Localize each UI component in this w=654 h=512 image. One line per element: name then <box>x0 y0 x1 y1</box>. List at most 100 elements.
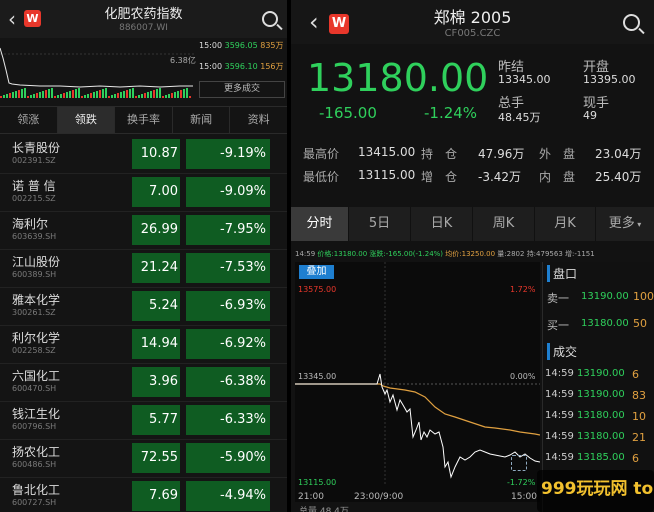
more-trades-button[interactable]: 更多成交 <box>199 81 285 98</box>
trade-price: 13185.00 <box>577 452 625 463</box>
overlay-button[interactable]: 叠加 <box>299 265 334 279</box>
stock-code: 300261.SZ <box>12 308 56 317</box>
order-qty: 50 <box>633 317 647 330</box>
mini-volume-bar <box>12 92 14 98</box>
crosshair-icon[interactable] <box>511 455 527 471</box>
mini-volume-bar <box>186 88 188 98</box>
info-avg: 均价:13250.00 <box>445 250 496 258</box>
price-change-pct: -1.24% <box>424 104 478 122</box>
mini-volume-bar <box>63 93 65 98</box>
mini-trade-row: 15:00 3596.10 156万 <box>199 61 284 72</box>
mini-volume-bar <box>102 89 104 98</box>
mini-volume-bar <box>66 92 68 98</box>
mini-volume-bar <box>177 91 179 98</box>
inner-volume-label: 内 盘 <box>539 170 576 184</box>
stock-price: 21.24 <box>132 253 180 283</box>
tab-intraday[interactable]: 分时 <box>291 207 349 241</box>
tab-profile[interactable]: 资料 <box>230 107 287 133</box>
tab-news[interactable]: 新闻 <box>173 107 231 133</box>
stock-change-pct: -9.19% <box>186 139 270 169</box>
stock-change-pct: -6.33% <box>186 405 270 435</box>
mini-trade-time: 15:00 <box>199 41 223 50</box>
stock-row[interactable]: 鲁北化工 600727.SH 7.69 -4.94% <box>0 477 287 512</box>
stock-row[interactable]: 扬农化工 600486.SH 72.55 -5.90% <box>0 439 287 478</box>
info-time: 14:59 <box>295 250 316 258</box>
tab-weekly-k[interactable]: 周K <box>473 207 535 241</box>
trade-price: 13190.00 <box>577 389 625 400</box>
trade-qty: 6 <box>632 452 639 465</box>
trade-price: 13190.00 <box>577 368 625 379</box>
stock-row[interactable]: 长青股份 002391.SZ 10.87 -9.19% <box>0 135 287 174</box>
mini-volume-bar <box>153 90 155 98</box>
stock-row[interactable]: 江山股份 600389.SH 21.24 -7.53% <box>0 249 287 288</box>
mini-volume-bar <box>42 91 44 98</box>
footer-total-volume: 总量 48.4万 <box>299 507 349 512</box>
mini-volume-bar <box>96 91 98 98</box>
index-title: 化肥农药指数 <box>104 7 183 22</box>
info-oi: 持:479563 <box>526 250 563 258</box>
tab-top-gainers[interactable]: 领涨 <box>0 107 58 133</box>
order-price: 13190.00 <box>581 291 629 302</box>
mini-volume-bar <box>123 91 125 98</box>
contract-title: 郑棉 2005 <box>433 8 512 27</box>
search-icon[interactable] <box>262 11 278 27</box>
info-price: 价格:13180.00 <box>317 250 368 258</box>
stock-change-pct: -5.90% <box>186 443 270 473</box>
order-side-label: 卖一 <box>547 292 569 305</box>
stock-code: 600389.SH <box>12 270 57 279</box>
stock-row[interactable]: 雅本化学 300261.SZ 5.24 -6.93% <box>0 287 287 326</box>
mini-volume-bar <box>9 93 11 98</box>
stock-name: 雅本化学 <box>12 293 61 307</box>
stock-change-pct: -6.93% <box>186 291 270 321</box>
oi-change-value: -3.42万 <box>478 170 522 184</box>
order-book-title: 盘口 <box>547 265 577 282</box>
tab-5day[interactable]: 5日 <box>349 207 411 241</box>
stock-row[interactable]: 六国化工 600470.SH 3.96 -6.38% <box>0 363 287 402</box>
trade-price: 13180.00 <box>577 431 625 442</box>
tab-turnover[interactable]: 换手率 <box>115 107 173 133</box>
high-value: 13415.00 <box>358 145 416 159</box>
time-axis-start: 21:00 <box>298 492 324 502</box>
stock-name: 钱江生化 <box>12 407 61 421</box>
tab-monthly-k[interactable]: 月K <box>535 207 596 241</box>
tab-more[interactable]: 更多 ▾ <box>596 207 654 241</box>
mini-volume-bar <box>138 95 140 98</box>
stock-code: 600486.SH <box>12 460 57 469</box>
stock-price: 5.24 <box>132 291 180 321</box>
stock-change-pct: -9.09% <box>186 177 270 207</box>
stock-row[interactable]: 利尔化学 002258.SZ 14.94 -6.92% <box>0 325 287 364</box>
mini-volume-bar <box>69 91 71 98</box>
mini-volume-bar <box>150 91 152 98</box>
stock-code: 600470.SH <box>12 384 57 393</box>
stock-name: 利尔化学 <box>12 331 61 345</box>
info-oi-change: 增:-1151 <box>565 250 595 258</box>
tab-daily-k[interactable]: 日K <box>411 207 473 241</box>
low-value: 13115.00 <box>358 168 416 182</box>
mini-volume-bar <box>111 95 113 98</box>
stock-row[interactable]: 海利尔 603639.SH 26.99 -7.95% <box>0 211 287 250</box>
mini-volume-bar <box>0 96 2 98</box>
trade-time: 14:59 <box>545 368 574 379</box>
trade-time: 14:59 <box>545 452 574 463</box>
mini-volume-bar <box>27 96 29 98</box>
search-icon[interactable] <box>623 14 640 31</box>
stock-code: 002391.SZ <box>12 156 56 165</box>
tab-top-losers[interactable]: 领跌 <box>57 107 116 133</box>
info-volume: 量:2802 <box>497 250 525 258</box>
low-label: 最低价 <box>303 170 340 184</box>
stock-row[interactable]: 钱江生化 600796.SH 5.77 -6.33% <box>0 401 287 440</box>
mini-volume-bar <box>189 96 191 98</box>
mini-volume-bar <box>18 90 20 98</box>
chart-mid-pct: 0.00% <box>510 372 536 381</box>
stock-row[interactable]: 诺 普 信 002215.SZ 7.00 -9.09% <box>0 173 287 212</box>
mini-volume-bar <box>93 92 95 98</box>
mini-volume-bar <box>21 89 23 98</box>
mini-volume-bar <box>54 96 56 98</box>
watermark-text: 999玩玩网 tong.com <box>541 479 654 499</box>
mini-volume-bar <box>57 95 59 98</box>
mini-volume-bar <box>99 90 101 98</box>
mini-intraday-chart <box>0 38 195 98</box>
stock-change-pct: -7.53% <box>186 253 270 283</box>
mini-volume-bar <box>156 89 158 98</box>
mini-volume-bar <box>24 88 26 98</box>
